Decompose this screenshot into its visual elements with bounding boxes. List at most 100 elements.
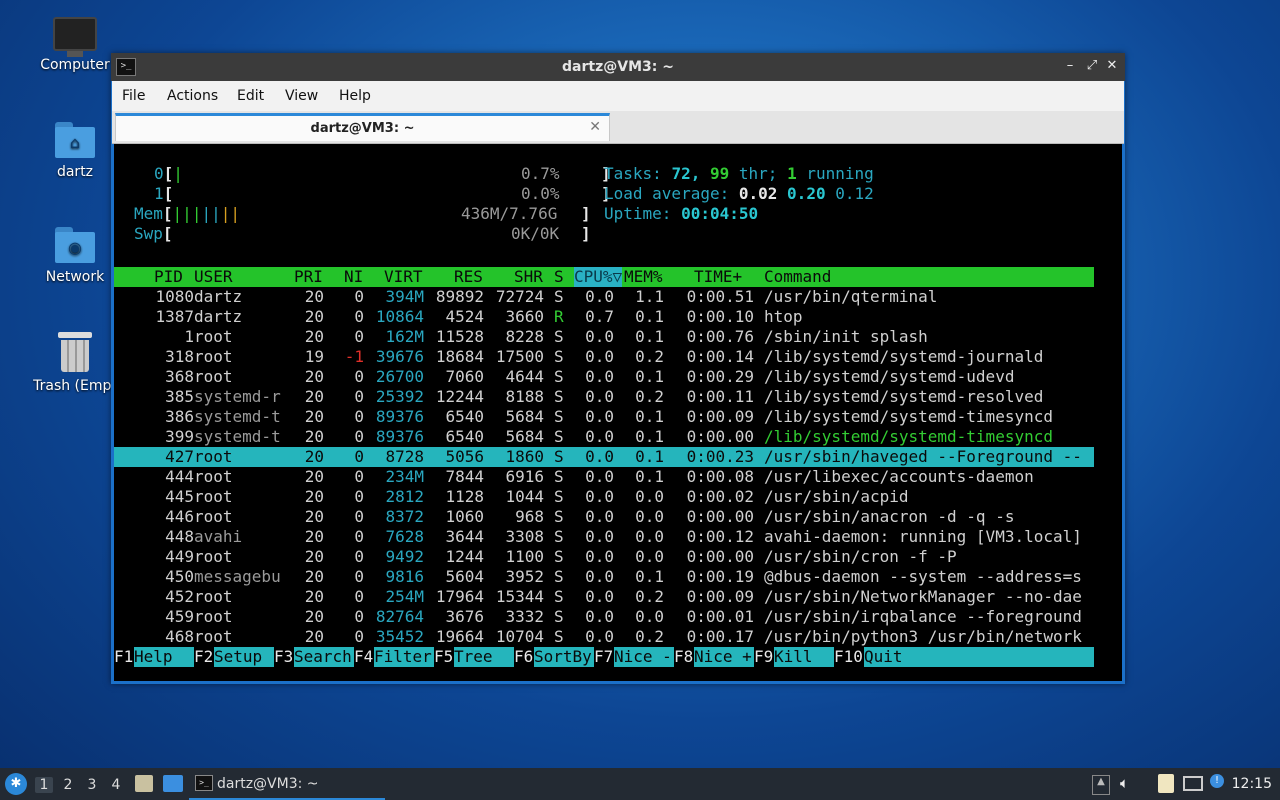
cell-user: dartz (194, 287, 243, 306)
process-row[interactable]: 1387 dartz 20 0 10864 4524 3660 R 0.7 0.1 0:00.10 h… (114, 307, 1094, 327)
cell-pid: 452 (165, 587, 194, 606)
fkey-label-tree[interactable]: Tree (454, 647, 514, 667)
menu-actions[interactable]: Actions (167, 88, 218, 104)
process-row[interactable]: 449 root 20 0 9492 1244 1100 S 0.0 0.0 0:00.00/usr… (114, 547, 1094, 567)
process-row[interactable]: 386 systemd-t 20 0 89376 6540 5684 S 0.0 0.1 0:00.… (114, 407, 1094, 427)
process-row[interactable]: 459 root 20 0 82764 3676 3332 S 0.0 0.0 0:00.01/us… (114, 607, 1094, 627)
desktop-icon-computer[interactable]: Computer (25, 17, 125, 73)
fkey-f4[interactable]: F4 (354, 647, 373, 667)
cell-pid: 448 (165, 527, 194, 546)
process-row[interactable]: 450 messagebu 20 0 9816 5604 3952 S 0.0 0.1 0:00.1… (114, 567, 1094, 587)
fkey-f6[interactable]: F6 (514, 647, 533, 667)
cell-ni: 0 (354, 287, 364, 306)
workspace-4[interactable]: 4 (107, 777, 125, 793)
col-time[interactable]: TIME+ (694, 267, 742, 287)
col-pri[interactable]: PRI (294, 267, 323, 287)
fkey-f10[interactable]: F10 (834, 647, 863, 667)
show-desktop-icon[interactable] (163, 775, 183, 792)
cell-ni: 0 (354, 507, 364, 526)
menu-view[interactable]: View (285, 88, 318, 104)
desktop-icon-trash[interactable]: Trash (Empt (25, 332, 125, 394)
fkey-label-filter[interactable]: Filter (374, 647, 434, 667)
volume-icon[interactable]: 🔈︎ (1120, 774, 1129, 792)
fkey-label-nice[interactable]: Nice + (694, 647, 754, 667)
menu-help[interactable]: Help (339, 88, 371, 104)
terminal-area[interactable]: 0[| 0.7%] 1[0.0%] Mem[||||||| 436M/7.76G] … (114, 144, 1122, 681)
col-ni[interactable]: NI (344, 267, 363, 287)
process-row[interactable]: 399 systemd-t 20 0 89376 6540 5684 S 0.0 0.1 0:00.… (114, 427, 1094, 447)
update-notifier-icon[interactable]: ! (1210, 774, 1224, 788)
col-cpu[interactable]: CPU%▽ (574, 267, 623, 287)
fkey-label-quit[interactable]: Quit (864, 647, 1094, 667)
clipboard-icon[interactable] (1158, 774, 1174, 793)
col-command[interactable]: Command (764, 267, 831, 287)
process-row[interactable]: 446 root 20 0 8372 1060 968 S 0.0 0.0 0:00.00/usr/… (114, 507, 1094, 527)
process-row[interactable]: 1 root 20 0 162M 11528 8228 S 0.0 0.1 0:00.76/sbin… (114, 327, 1094, 347)
fkey-f7[interactable]: F7 (594, 647, 613, 667)
cell-res: 6540 (445, 427, 484, 446)
process-row[interactable]: 448 avahi 20 0 7628 3644 3308 S 0.0 0.0 0:00.12 ava… (114, 527, 1094, 547)
menu-file[interactable]: File (122, 88, 145, 104)
cell-pri: 20 (304, 487, 324, 506)
cell-s: R (554, 307, 564, 326)
file-manager-icon[interactable] (135, 775, 153, 792)
col-res[interactable]: RES (454, 267, 483, 287)
menu-edit[interactable]: Edit (237, 88, 264, 104)
network-tray-icon[interactable] (1183, 776, 1203, 791)
process-row[interactable]: 444 root 20 0 234M 7844 6916 S 0.0 0.1 0:00.08/usr… (114, 467, 1094, 487)
terminal-tab[interactable]: dartz@VM3: ~ ✕ (115, 113, 610, 141)
workspace-2[interactable]: 2 (59, 777, 77, 793)
process-row[interactable]: 445 root 20 0 2812 1128 1044 S 0.0 0.0 0:00.02/usr… (114, 487, 1094, 507)
fkey-f8[interactable]: F8 (674, 647, 693, 667)
cell-mem: 0.1 (635, 447, 664, 466)
fkey-label-help[interactable]: Help (134, 647, 194, 667)
cell-user: root (194, 447, 233, 466)
cell-mem: 0.0 (635, 607, 664, 626)
tray-expand-icon[interactable]: ▲ (1092, 775, 1110, 795)
desktop-icon-network[interactable]: ◉ Network (25, 227, 125, 285)
cell-pid: 1387 (155, 307, 194, 326)
process-row[interactable]: 368 root 20 0 26700 7060 4644 S 0.0 0.1 0:00.29/li… (114, 367, 1094, 387)
cell-ni: 0 (354, 487, 364, 506)
close-button[interactable]: ✕ (1103, 57, 1121, 75)
process-row[interactable]: 468 root 20 0 35452 19664 10704 S 0.0 0.2 0:00.17 /… (114, 627, 1094, 647)
fkey-f3[interactable]: F3 (274, 647, 293, 667)
fkey-f2[interactable]: F2 (194, 647, 213, 667)
col-pid[interactable]: PID (154, 267, 183, 287)
window-titlebar[interactable]: >_ dartz@VM3: ~ – ⤢ ✕ (111, 53, 1125, 81)
col-user[interactable]: USER (194, 267, 233, 287)
workspace-1[interactable]: 1 (35, 777, 53, 793)
col-mem[interactable]: MEM% (624, 267, 663, 287)
minimize-button[interactable]: – (1061, 57, 1079, 75)
fkey-f1[interactable]: F1 (114, 647, 133, 667)
cell-user: root (194, 547, 233, 566)
fkey-f9[interactable]: F9 (754, 647, 773, 667)
clock[interactable]: 12:15 (1232, 776, 1272, 792)
cell-mem: 0.1 (635, 367, 664, 386)
fkey-label-sortby[interactable]: SortBy (534, 647, 594, 667)
maximize-button[interactable]: ⤢ (1083, 57, 1101, 75)
cell-cmd: /usr/sbin/anacron -d -q -s (764, 507, 1015, 526)
workspace-3[interactable]: 3 (83, 777, 101, 793)
fkey-f5[interactable]: F5 (434, 647, 453, 667)
process-row[interactable]: 1080 dartz 20 0 394M 89892 72724 S 0.0 1.1 0:00.51… (114, 287, 1094, 307)
desktop-icon-home[interactable]: ⌂ dartz (25, 122, 125, 180)
tab-close-icon[interactable]: ✕ (589, 119, 601, 135)
col-shr[interactable]: SHR (514, 267, 543, 287)
cell-cpu: 0.7 (585, 307, 614, 326)
cell-cmd: avahi-daemon: running [VM3.local] (764, 527, 1082, 546)
col-virt[interactable]: VIRT (384, 267, 423, 287)
col-state[interactable]: S (554, 267, 564, 287)
process-row[interactable]: 385 systemd-r 20 0 25392 12244 8188 S 0.0 0.2 0:00… (114, 387, 1094, 407)
fkey-label-kill[interactable]: Kill (774, 647, 834, 667)
process-row[interactable]: 452 root 20 0 254M 17964 15344 S 0.0 0.2 0:00.09/u… (114, 587, 1094, 607)
cell-pid: 386 (165, 407, 194, 426)
process-row[interactable]: 427 root 20 0 8728 5056 1860 S 0.0 0.1 0:00.23/usr… (114, 447, 1094, 467)
fkey-label-setup[interactable]: Setup (214, 647, 274, 667)
process-row[interactable]: 318 root 19 -1 39676 18684 17500 S 0.0 0.2 0:00.14… (114, 347, 1094, 367)
taskbar-task-terminal[interactable]: >_ dartz@VM3: ~ (189, 771, 385, 800)
fkey-label-search[interactable]: Search (294, 647, 354, 667)
cell-cmd: /usr/sbin/NetworkManager --no-dae (764, 587, 1082, 606)
start-menu-icon[interactable]: ✱ (5, 773, 27, 795)
fkey-label-nice[interactable]: Nice - (614, 647, 674, 667)
